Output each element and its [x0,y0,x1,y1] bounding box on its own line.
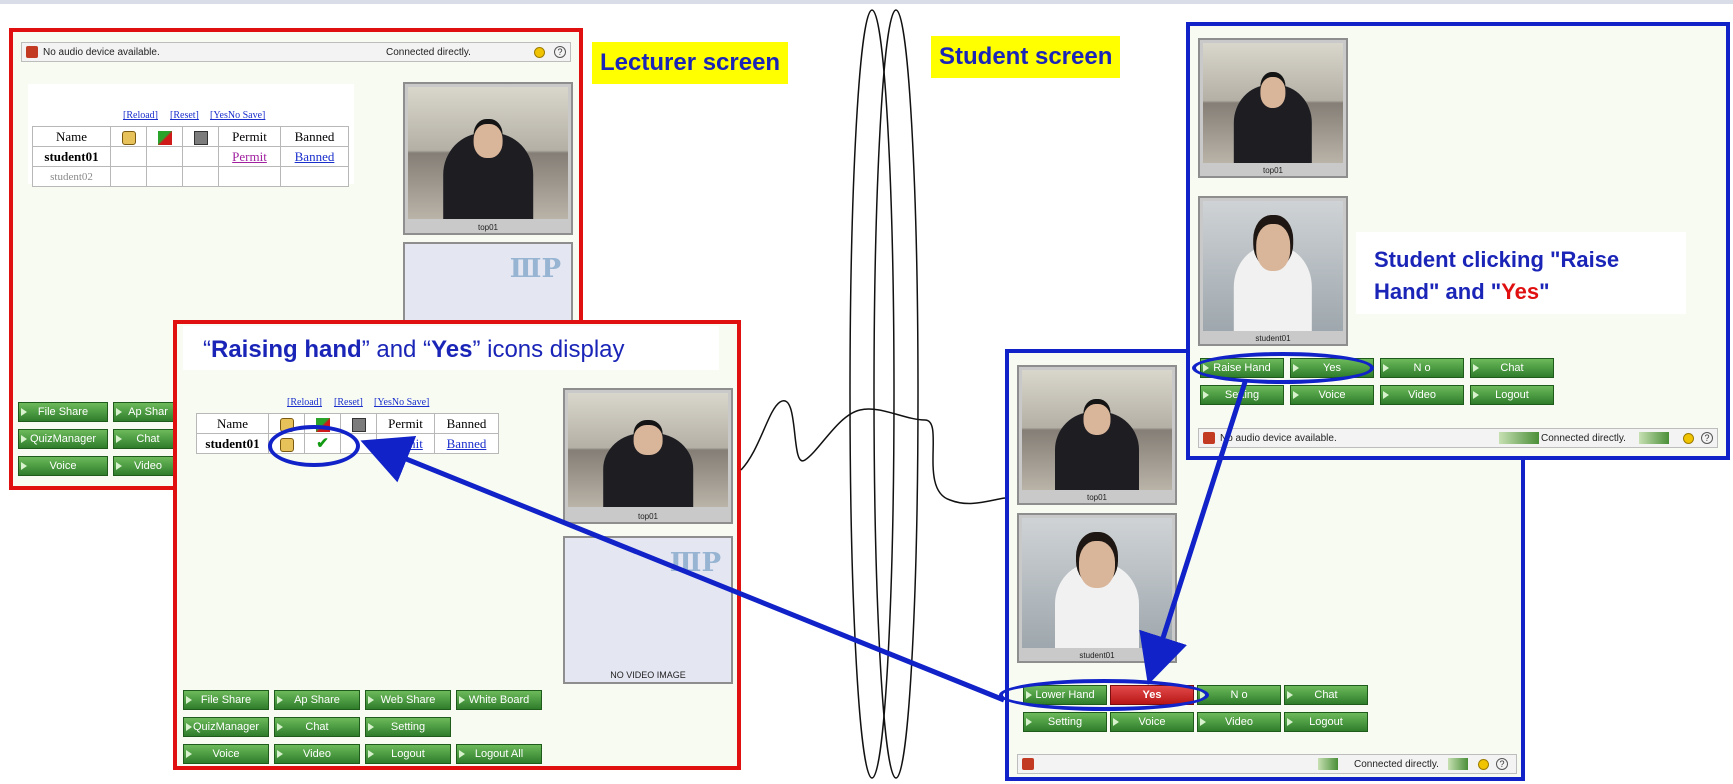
arrow-to-lecturer [360,436,1005,703]
connection-line-lecturer [740,400,1006,505]
connector-overlay [360,9,1248,779]
arrow-student-click [1139,381,1248,686]
network-ellipse-left [849,9,895,779]
